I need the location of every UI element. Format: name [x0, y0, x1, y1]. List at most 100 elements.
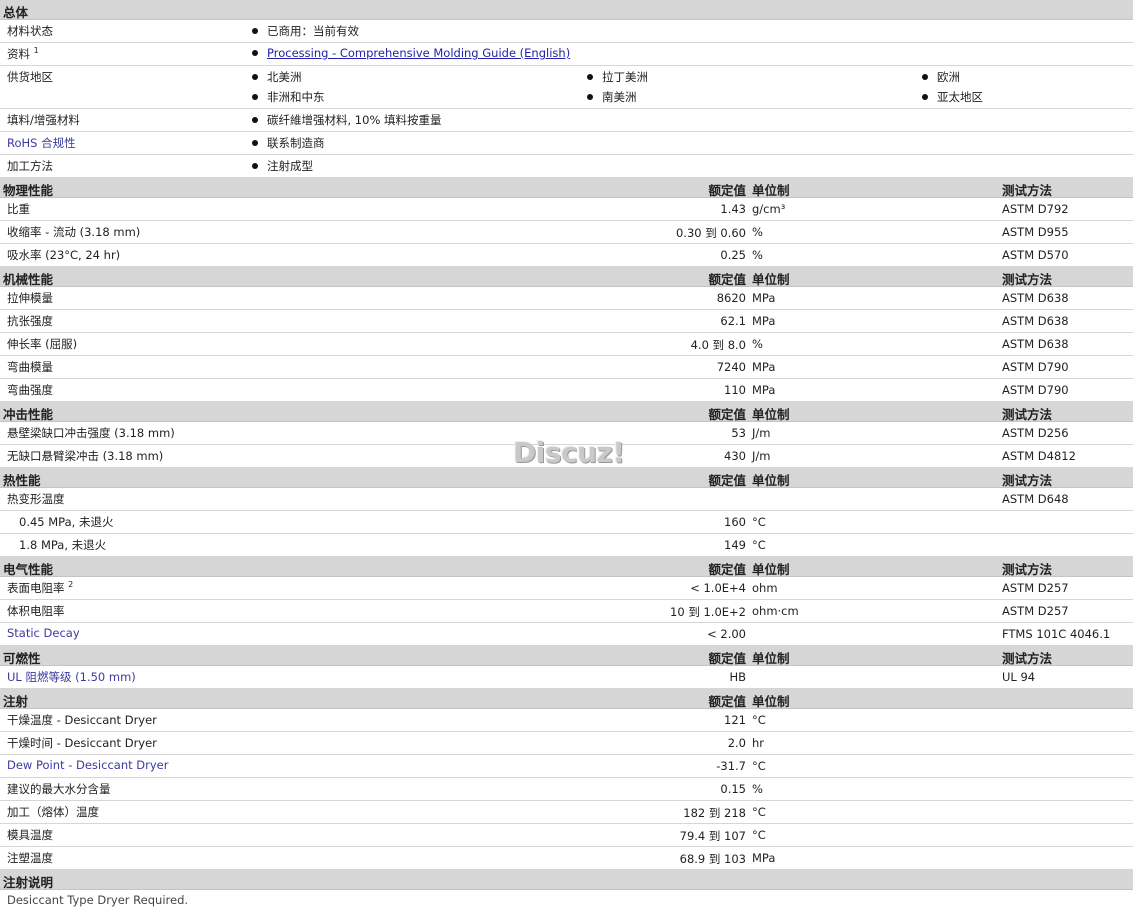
property-unit: %: [752, 337, 763, 351]
property-row: 弯曲强度 110 MPa ASTM D790: [0, 379, 1133, 402]
column-header-unit: 单位制: [752, 562, 790, 577]
bullet-icon: [252, 162, 258, 169]
property-label: 伸长率 (屈服): [7, 337, 78, 351]
property-row: 干燥温度 - Desiccant Dryer 121 °C: [0, 709, 1133, 732]
property-label: 注塑温度: [7, 851, 53, 865]
row-label: 材料状态: [7, 24, 53, 38]
property-label: 收缩率 - 流动 (3.18 mm): [7, 225, 141, 239]
property-value: 2.0: [727, 736, 746, 750]
property-unit: J/m: [752, 426, 771, 440]
column-header-unit: 单位制: [752, 272, 790, 287]
bullet-icon: [252, 116, 258, 123]
property-label: 表面电阻率 2: [7, 580, 74, 595]
property-row: UL 阻燃等级 (1.50 mm) HB UL 94: [0, 666, 1133, 689]
property-row: 体积电阻率 10 到 1.0E+2 ohm·cm ASTM D257: [0, 600, 1133, 623]
property-unit: °C: [752, 805, 766, 819]
property-test-method: ASTM D955: [1002, 225, 1069, 239]
property-label: 干燥温度 - Desiccant Dryer: [7, 713, 157, 727]
property-unit: g/cm³: [752, 202, 786, 216]
bullet-icon: [922, 73, 928, 80]
property-test-method: ASTM D648: [1002, 492, 1069, 506]
property-unit: °C: [752, 713, 766, 727]
column-header-value: 额定值: [708, 651, 746, 666]
property-label: 无缺口悬臂梁冲击 (3.18 mm): [7, 449, 164, 463]
property-unit: °C: [752, 828, 766, 842]
property-value: 0.15: [720, 782, 746, 796]
property-label: UL 阻燃等级 (1.50 mm): [7, 670, 136, 684]
property-label: 抗张强度: [7, 314, 53, 328]
section-header: 冲击性能 额定值 单位制 测试方法: [0, 402, 1133, 422]
property-unit: °C: [752, 759, 766, 773]
bullet-icon: [252, 139, 258, 146]
property-test-method: UL 94: [1002, 670, 1036, 684]
property-test-method: ASTM D570: [1002, 248, 1069, 262]
property-label: Static Decay: [7, 626, 80, 640]
bullet-icon: [587, 73, 593, 80]
column-header-unit: 单位制: [752, 183, 790, 198]
property-label: 弯曲强度: [7, 383, 53, 397]
property-value: 0.25: [720, 248, 746, 262]
property-row: 热变形温度 ASTM D648: [0, 488, 1133, 511]
property-value: 10 到 1.0E+2: [670, 605, 746, 619]
column-header-test-method: 测试方法: [1002, 651, 1053, 666]
list-item: 非洲和中东: [252, 89, 325, 105]
property-row: 1.8 MPa, 未退火 149 °C: [0, 534, 1133, 557]
property-test-method: ASTM D792: [1002, 202, 1069, 216]
row-label: RoHS 合规性: [7, 136, 76, 150]
list-item: 拉丁美洲: [587, 69, 648, 85]
property-value: 79.4 到 107: [679, 829, 746, 843]
property-value: 7240: [716, 360, 746, 374]
bullet-icon: [587, 93, 593, 100]
property-unit: %: [752, 782, 763, 796]
property-label: 加工（熔体）温度: [7, 805, 99, 819]
property-label: Dew Point - Desiccant Dryer: [7, 758, 169, 772]
property-unit: MPa: [752, 360, 776, 374]
property-row: 吸水率 (23°C, 24 hr) 0.25% ASTM D570: [0, 244, 1133, 267]
property-row: 0.45 MPa, 未退火 160 °C: [0, 511, 1133, 534]
property-row: 收缩率 - 流动 (3.18 mm) 0.30 到 0.60% ASTM D955: [0, 221, 1133, 244]
property-test-method: ASTM D257: [1002, 581, 1069, 595]
property-label: 热变形温度: [7, 492, 65, 506]
property-value: 53: [731, 426, 746, 440]
section-title: 可燃性: [3, 651, 41, 666]
list-item: 南美洲: [587, 89, 637, 105]
list-item: 亚太地区: [922, 89, 983, 105]
list-item: Processing - Comprehensive Molding Guide…: [252, 46, 570, 60]
property-unit: MPa: [752, 291, 776, 305]
notes-text: Desiccant Type Dryer Required.: [7, 893, 189, 907]
section-title: 总体: [3, 5, 29, 20]
property-row: 干燥时间 - Desiccant Dryer 2.0 hr: [0, 732, 1133, 755]
section-header-notes: 注射说明: [0, 870, 1133, 890]
section-header: 可燃性 额定值 单位制 测试方法: [0, 646, 1133, 666]
property-test-method: ASTM D638: [1002, 337, 1069, 351]
property-unit: MPa: [752, 851, 776, 865]
section-title: 机械性能: [3, 272, 54, 287]
property-row: 注塑温度 68.9 到 103 MPa: [0, 847, 1133, 870]
row-label: 填料/增强材料: [7, 113, 80, 127]
bullet-icon: [922, 93, 928, 100]
bullet-icon: [252, 49, 258, 56]
property-row: Static Decay < 2.00 FTMS 101C 4046.1: [0, 623, 1133, 646]
property-row: 比重 1.43 g/cm³ ASTM D792: [0, 198, 1133, 221]
bullet-icon: [252, 73, 258, 80]
list-item: 北美洲: [252, 69, 302, 85]
property-unit: MPa: [752, 314, 776, 328]
property-label: 体积电阻率: [7, 604, 65, 618]
section-title: 物理性能: [3, 183, 54, 198]
property-value: 182 到 218: [683, 806, 746, 820]
column-header-value: 额定值: [708, 183, 746, 198]
property-label: 吸水率 (23°C, 24 hr): [7, 248, 121, 262]
property-unit: °C: [752, 538, 766, 552]
molding-guide-link[interactable]: Processing - Comprehensive Molding Guide…: [267, 46, 570, 60]
row-label: 资料 1: [7, 46, 39, 61]
property-test-method: ASTM D790: [1002, 360, 1069, 374]
row-label: 加工方法: [7, 159, 53, 173]
column-header-test-method: 测试方法: [1002, 473, 1053, 488]
property-row: 建议的最大水分含量 0.15%: [0, 778, 1133, 801]
column-header-test-method: 测试方法: [1002, 183, 1053, 198]
property-row: 拉伸模量 8620 MPa ASTM D638: [0, 287, 1133, 310]
section-title: 热性能: [3, 473, 41, 488]
property-label: 模具温度: [7, 828, 53, 842]
column-header-test-method: 测试方法: [1002, 407, 1053, 422]
property-unit: hr: [752, 736, 765, 750]
